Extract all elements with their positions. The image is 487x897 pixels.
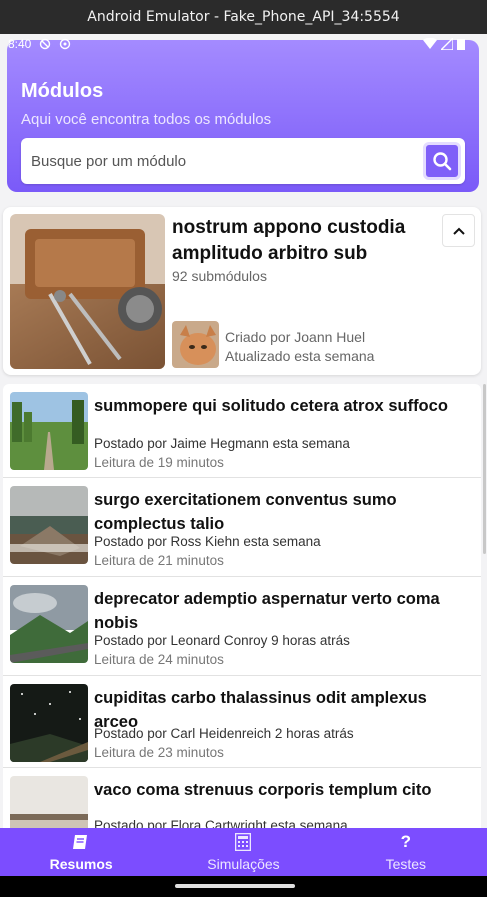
emulator-title-bar: Android Emulator - Fake_Phone_API_34:555… xyxy=(0,0,487,34)
tab-resumos[interactable]: Resumos xyxy=(1,832,161,872)
bottom-navigation: Resumos Simulações ? Testes xyxy=(0,828,487,876)
book-icon xyxy=(73,835,88,849)
tab-simulacoes[interactable]: Simulações xyxy=(163,832,323,872)
tab-testes[interactable]: ? Testes xyxy=(326,832,486,872)
wifi-icon xyxy=(423,38,437,49)
chevron-up-icon xyxy=(452,227,465,235)
module-author-info: Criado por Joann Huel Atualizado esta se… xyxy=(225,328,374,366)
question-icon: ? xyxy=(400,832,411,851)
post-author: Postado por Carl Heidenreich 2 horas atr… xyxy=(94,726,354,741)
post-author: Postado por Leonard Conroy 9 horas atrás xyxy=(94,633,350,648)
gesture-area xyxy=(0,876,487,897)
tab-label: Testes xyxy=(385,856,427,872)
post-read-time: Leitura de 23 minutos xyxy=(94,745,224,760)
created-by: Criado por Joann Huel xyxy=(225,329,366,345)
post-thumbnail xyxy=(10,392,88,470)
status-time: 8:40 xyxy=(8,37,32,51)
list-item[interactable]: deprecator ademptio aspernatur verto com… xyxy=(3,577,481,676)
calculator-icon xyxy=(235,833,252,851)
tab-label: Resumos xyxy=(49,856,113,872)
post-thumbnail xyxy=(10,776,88,834)
post-title: vaco coma strenuus corporis templum cito xyxy=(94,781,432,799)
page-subtitle: Aqui você encontra todos os módulos xyxy=(21,111,272,128)
home-gesture-bar[interactable] xyxy=(175,884,295,888)
post-read-time: Leitura de 21 minutos xyxy=(94,553,224,568)
tab-label: Simulações xyxy=(207,856,280,872)
status-bar: 8:40 xyxy=(0,34,487,54)
search-bar xyxy=(21,138,465,184)
post-thumbnail xyxy=(10,684,88,762)
avatar xyxy=(172,321,219,368)
post-thumbnail xyxy=(10,486,88,564)
page-title: Módulos xyxy=(21,80,104,102)
module-card[interactable]: nostrum appono custodia amplitudo arbitr… xyxy=(3,207,481,375)
phone-screen: Módulos Aqui você encontra todos os módu… xyxy=(0,34,487,897)
no-disturb-icon xyxy=(40,38,51,50)
post-author: Postado por Jaime Hegmann esta semana xyxy=(94,436,350,451)
post-title: deprecator ademptio aspernatur verto com… xyxy=(94,590,440,632)
post-thumbnail xyxy=(10,585,88,663)
scrollbar[interactable] xyxy=(483,384,486,554)
modules-header: Módulos Aqui você encontra todos os módu… xyxy=(7,40,479,192)
battery-icon xyxy=(457,39,465,50)
post-read-time: Leitura de 24 minutos xyxy=(94,652,224,667)
collapse-button[interactable] xyxy=(442,214,475,247)
post-title: summopere qui solitudo cetera atrox suff… xyxy=(94,397,448,415)
list-item[interactable]: cupiditas carbo thalassinus odit amplexu… xyxy=(3,676,481,768)
search-input[interactable] xyxy=(21,138,423,184)
post-title: surgo exercitationem conventus sumo comp… xyxy=(94,491,397,533)
module-thumbnail xyxy=(10,214,165,369)
list-item[interactable]: surgo exercitationem conventus sumo comp… xyxy=(3,478,481,577)
post-author: Postado por Ross Kiehn esta semana xyxy=(94,534,321,549)
search-button[interactable] xyxy=(423,142,461,180)
search-icon xyxy=(433,152,452,171)
updated-at: Atualizado esta semana xyxy=(225,348,375,364)
module-title: nostrum appono custodia amplitudo arbitr… xyxy=(172,217,406,264)
post-read-time: Leitura de 19 minutos xyxy=(94,455,224,470)
window-title: Android Emulator - Fake_Phone_API_34:555… xyxy=(87,9,400,25)
sync-icon xyxy=(60,38,71,50)
list-item[interactable]: vaco coma strenuus corporis templum cito… xyxy=(3,768,481,834)
post-list: summopere qui solitudo cetera atrox suff… xyxy=(3,384,481,834)
signal-icon xyxy=(441,38,453,50)
list-item[interactable]: summopere qui solitudo cetera atrox suff… xyxy=(3,384,481,478)
module-submodule-count: 92 submódulos xyxy=(172,268,267,284)
